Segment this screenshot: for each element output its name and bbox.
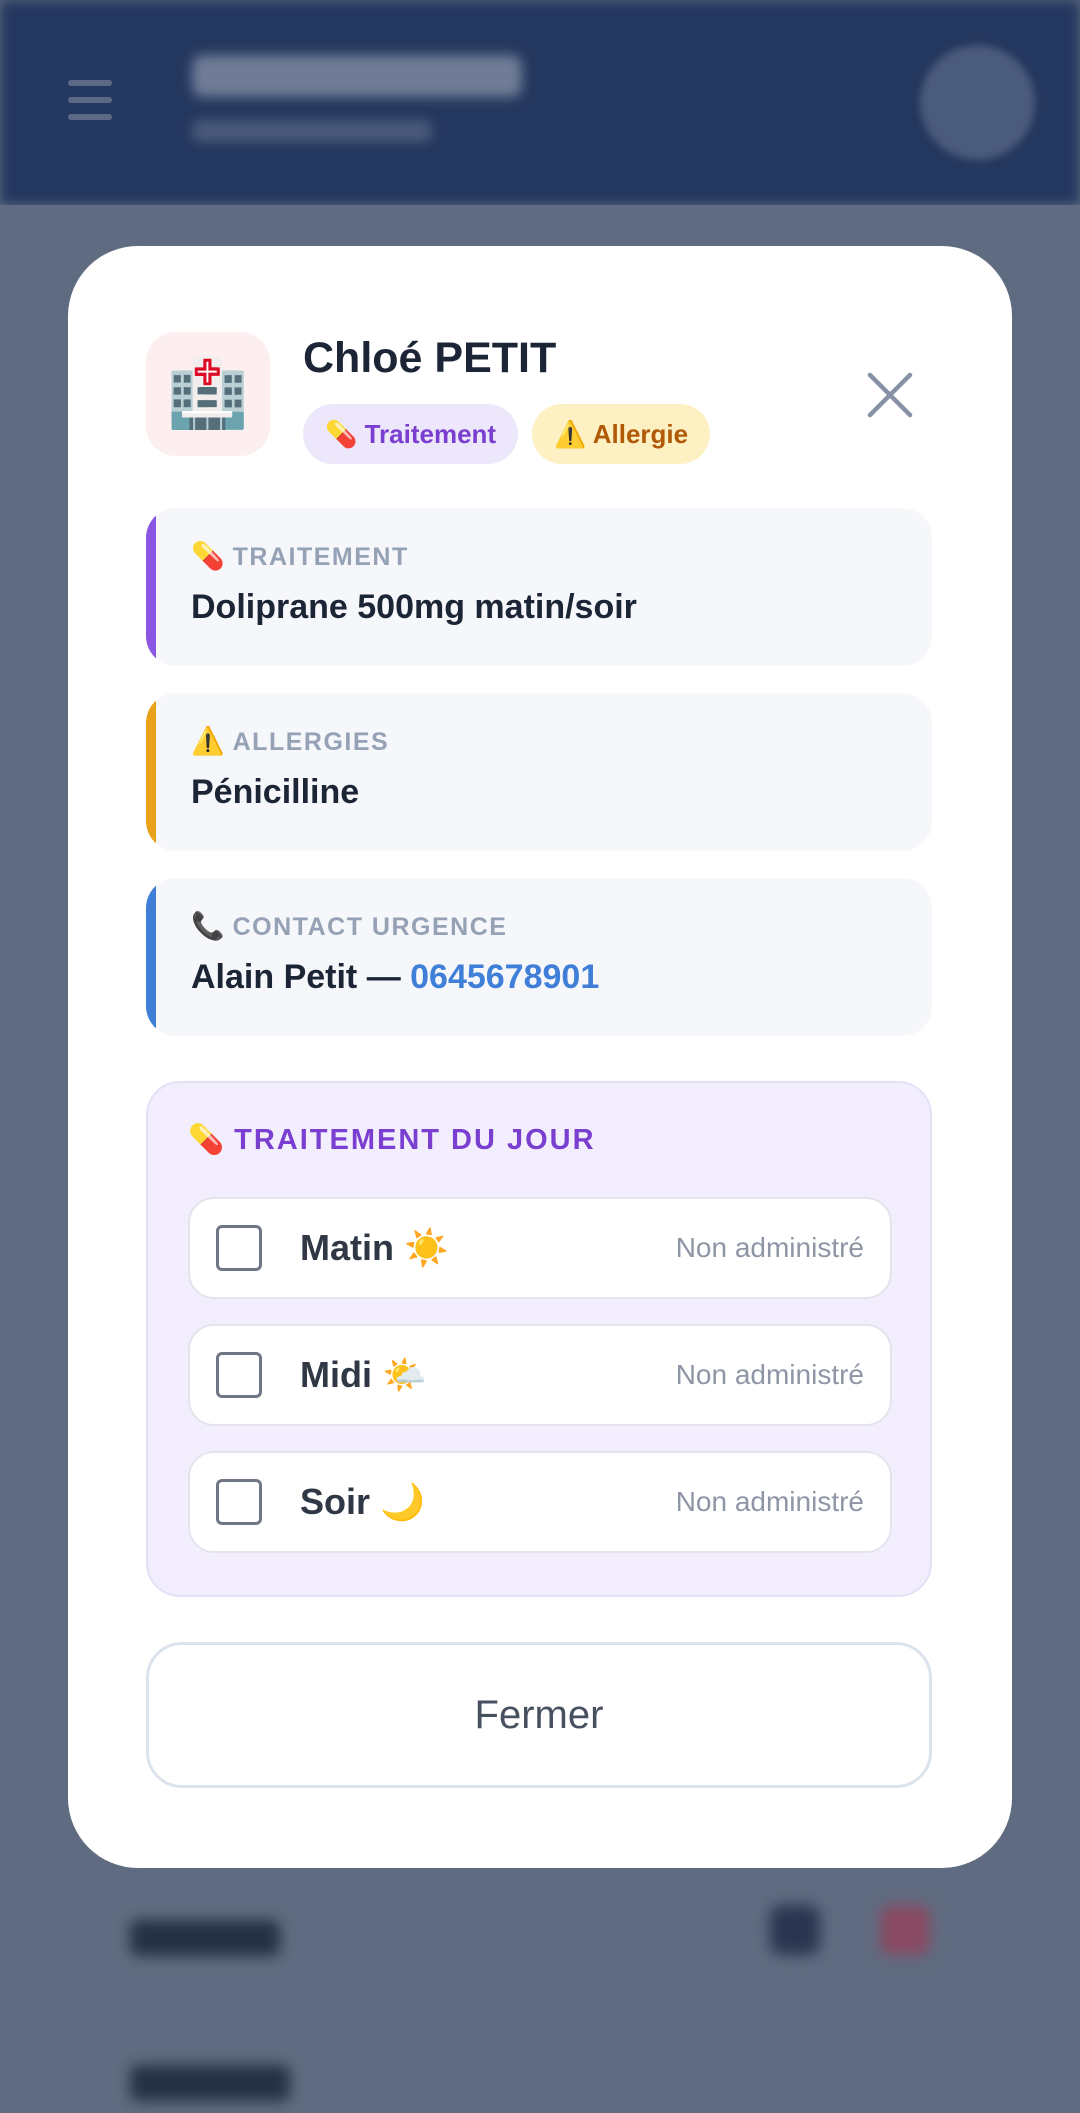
- contact-name: Alain Petit —: [191, 958, 411, 996]
- hospital-icon: 🏥: [146, 332, 270, 456]
- daily-treatment-title-text: TRAITEMENT DU JOUR: [234, 1124, 596, 1156]
- evening-checkbox[interactable]: [216, 1479, 262, 1525]
- treatment-card: 💊 TRAITEMENT Doliprane 500mg matin/soir: [146, 508, 932, 666]
- allergies-card: ⚠️ ALLERGIES Pénicilline: [146, 693, 932, 851]
- treatment-label-text: TRAITEMENT: [232, 543, 409, 571]
- treatment-badge-label: Traitement: [364, 419, 497, 449]
- dose-label: Midi 🌤️: [300, 1354, 427, 1395]
- treatment-accent-bar: [146, 508, 156, 666]
- contact-phone-link[interactable]: 0645678901: [410, 958, 599, 996]
- allergies-card-label: ⚠️ ALLERGIES: [191, 725, 389, 757]
- dose-status: Non administré: [675, 1486, 864, 1517]
- warning-icon: ⚠️: [554, 419, 587, 449]
- background-title: [192, 55, 522, 97]
- pill-icon: 💊: [325, 419, 358, 449]
- pill-icon: 💊: [188, 1124, 225, 1156]
- dose-label: Matin ☀️: [300, 1227, 449, 1268]
- treatment-card-label: 💊 TRAITEMENT: [191, 540, 409, 572]
- morning-checkbox[interactable]: [216, 1225, 262, 1271]
- contact-accent-bar: [146, 878, 156, 1036]
- daily-treatment-panel: 💊 TRAITEMENT DU JOUR Matin ☀️ Non adminis…: [146, 1081, 932, 1597]
- allergies-accent-bar: [146, 693, 156, 851]
- close-icon: [867, 372, 913, 418]
- menu-icon: [68, 80, 112, 120]
- daily-treatment-title: 💊 TRAITEMENT DU JOUR: [188, 1123, 596, 1157]
- noon-checkbox[interactable]: [216, 1352, 262, 1398]
- dose-status: Non administré: [675, 1232, 864, 1263]
- background-app-header: [0, 0, 1080, 205]
- phone-icon: 📞: [191, 911, 225, 941]
- treatment-badge: 💊 Traitement: [303, 404, 519, 464]
- patient-name: Chloé PETIT: [303, 334, 557, 382]
- patient-detail-modal: 🏥 Chloé PETIT 💊 Traitement ⚠️ Allergie 💊…: [68, 246, 1012, 1868]
- pill-icon: 💊: [191, 541, 225, 571]
- fermer-button[interactable]: Fermer: [146, 1642, 932, 1788]
- warning-icon: ⚠️: [191, 726, 225, 756]
- background-row: [130, 1920, 280, 1956]
- background-subtitle: [192, 120, 432, 142]
- emergency-contact-label: 📞 CONTACT URGENCE: [191, 910, 507, 942]
- allergy-badge: ⚠️ Allergie: [532, 404, 711, 464]
- background-chip: [880, 1905, 930, 1955]
- background-avatar: [920, 45, 1035, 160]
- dose-row-evening[interactable]: Soir 🌙 Non administré: [188, 1451, 892, 1553]
- close-button[interactable]: [858, 363, 922, 427]
- dose-label: Soir 🌙: [300, 1481, 425, 1522]
- modal-header: 🏥 Chloé PETIT 💊 Traitement ⚠️ Allergie: [146, 332, 936, 464]
- dose-status: Non administré: [675, 1359, 864, 1390]
- background-row: [130, 2065, 290, 2101]
- background-chip: [770, 1905, 820, 1955]
- treatment-value: Doliprane 500mg matin/soir: [191, 588, 637, 626]
- allergies-value: Pénicilline: [191, 773, 360, 811]
- allergy-badge-label: Allergie: [592, 419, 689, 449]
- emergency-contact-value: Alain Petit — 0645678901: [191, 958, 599, 997]
- allergies-label-text: ALLERGIES: [232, 728, 390, 756]
- emergency-contact-card: 📞 CONTACT URGENCE Alain Petit — 064567890…: [146, 878, 932, 1036]
- patient-badges: 💊 Traitement ⚠️ Allergie: [303, 404, 711, 464]
- dose-row-morning[interactable]: Matin ☀️ Non administré: [188, 1197, 892, 1299]
- contact-label-text: CONTACT URGENCE: [232, 913, 508, 941]
- dose-row-noon[interactable]: Midi 🌤️ Non administré: [188, 1324, 892, 1426]
